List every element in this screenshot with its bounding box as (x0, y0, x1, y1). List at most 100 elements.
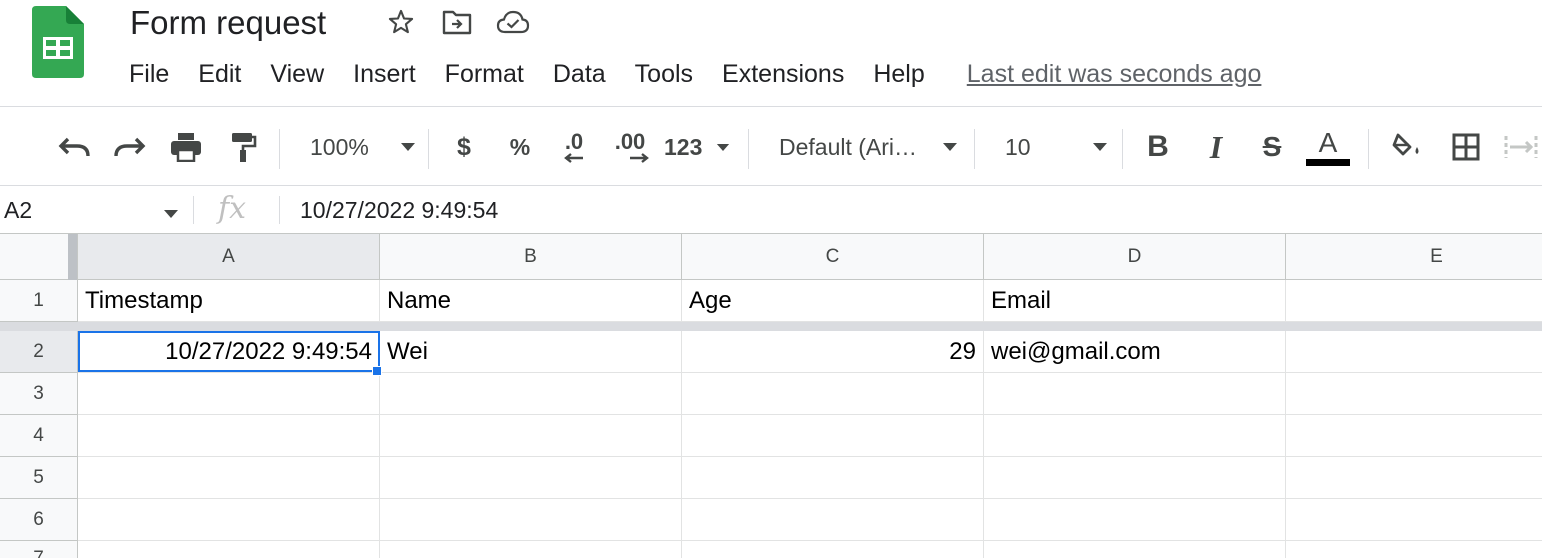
function-icon: fx (218, 191, 247, 226)
cell-e7[interactable] (1286, 541, 1542, 558)
text-color-letter: A (1318, 126, 1338, 158)
cell-a6[interactable] (78, 499, 380, 541)
cell-d6[interactable] (984, 499, 1286, 541)
cell-c1[interactable]: Age (682, 280, 984, 322)
cell-c3[interactable] (682, 373, 984, 415)
column-header-a[interactable]: A (78, 234, 380, 280)
cell-e5[interactable] (1286, 457, 1542, 499)
row-header-7[interactable]: 7 (0, 541, 78, 558)
cell-e4[interactable] (1286, 415, 1542, 457)
menu-format[interactable]: Format (445, 60, 524, 89)
cell-d1[interactable]: Email (984, 280, 1286, 322)
fill-handle[interactable] (372, 366, 382, 376)
column-header-c[interactable]: C (682, 234, 984, 280)
formula-divider (279, 196, 280, 224)
text-color-swatch (1306, 158, 1350, 166)
row-header-5[interactable]: 5 (0, 457, 78, 499)
star-icon[interactable] (384, 6, 418, 38)
cell-c5[interactable] (682, 457, 984, 499)
cell-e2[interactable] (1286, 331, 1542, 373)
text-color-button[interactable]: A (1306, 107, 1350, 187)
frozen-column-handle[interactable] (68, 234, 77, 280)
cell-b4[interactable] (380, 415, 682, 457)
cell-e3[interactable] (1286, 373, 1542, 415)
menu-insert[interactable]: Insert (353, 60, 416, 89)
print-icon[interactable] (166, 107, 206, 187)
cell-b5[interactable] (380, 457, 682, 499)
row-header-3[interactable]: 3 (0, 373, 78, 415)
menu-file[interactable]: File (129, 60, 169, 89)
menu-data[interactable]: Data (553, 60, 606, 89)
row-header-4[interactable]: 4 (0, 415, 78, 457)
formula-input[interactable]: 10/27/2022 9:49:54 (300, 186, 498, 234)
paint-format-icon[interactable] (224, 107, 262, 187)
menu-extensions[interactable]: Extensions (722, 60, 844, 89)
zoom-value: 100% (310, 133, 369, 160)
chevron-down-icon (716, 143, 730, 151)
frozen-row-divider[interactable] (0, 322, 1542, 331)
chevron-down-icon[interactable] (163, 206, 179, 224)
column-header-b[interactable]: B (380, 234, 682, 280)
document-title[interactable]: Form request (130, 2, 326, 44)
cell-c6[interactable] (682, 499, 984, 541)
increase-decimal-label: .00 (614, 129, 646, 154)
italic-button[interactable]: I (1198, 107, 1234, 187)
sheets-logo-icon[interactable] (32, 6, 84, 78)
increase-decimal-button[interactable]: .00 (606, 107, 654, 187)
zoom-select[interactable]: 100% (298, 107, 416, 187)
merge-cells-icon[interactable] (1504, 107, 1542, 187)
cell-a3[interactable] (78, 373, 380, 415)
arrow-right-icon (630, 153, 649, 163)
font-size-select[interactable]: 10 (994, 107, 1108, 187)
redo-icon[interactable] (108, 107, 152, 187)
cell-a4[interactable] (78, 415, 380, 457)
cell-a1[interactable]: Timestamp (78, 280, 380, 322)
name-box[interactable]: A2 (4, 186, 32, 234)
cell-d3[interactable] (984, 373, 1286, 415)
font-select[interactable]: Default (Ari… (768, 107, 958, 187)
percent-format-button[interactable]: % (504, 107, 536, 187)
menu-help[interactable]: Help (873, 60, 924, 89)
undo-icon[interactable] (52, 107, 96, 187)
select-all-corner[interactable] (0, 234, 78, 280)
cell-d5[interactable] (984, 457, 1286, 499)
fill-color-icon[interactable] (1388, 107, 1428, 187)
arrow-left-icon (564, 153, 583, 163)
cell-c4[interactable] (682, 415, 984, 457)
currency-format-button[interactable]: $ (448, 107, 480, 187)
cell-b6[interactable] (380, 499, 682, 541)
cell-b1[interactable]: Name (380, 280, 682, 322)
cell-b2[interactable]: Wei (380, 331, 682, 373)
cell-b7[interactable] (380, 541, 682, 558)
bold-button[interactable]: B (1140, 107, 1176, 187)
cell-a5[interactable] (78, 457, 380, 499)
move-to-folder-icon[interactable] (440, 6, 474, 38)
app-header: Form request File Edit View Insert Forma… (0, 0, 1542, 106)
row-header-2[interactable]: 2 (0, 331, 78, 373)
row-header-6[interactable]: 6 (0, 499, 78, 541)
more-formats-select[interactable]: 123 (664, 107, 730, 187)
column-header-d[interactable]: D (984, 234, 1286, 280)
menu-edit[interactable]: Edit (198, 60, 241, 89)
cell-c2[interactable]: 29 (682, 331, 984, 373)
cell-b3[interactable] (380, 373, 682, 415)
last-edit-link[interactable]: Last edit was seconds ago (967, 60, 1262, 89)
cell-e6[interactable] (1286, 499, 1542, 541)
cloud-saved-icon[interactable] (496, 6, 530, 38)
menu-tools[interactable]: Tools (635, 60, 693, 89)
cell-d2[interactable]: wei@gmail.com (984, 331, 1286, 373)
font-value: Default (Ari… (779, 133, 918, 160)
font-size-value: 10 (1005, 133, 1031, 160)
column-header-e[interactable]: E (1286, 234, 1542, 280)
cell-d4[interactable] (984, 415, 1286, 457)
active-cell-selection (78, 331, 380, 372)
cell-c7[interactable] (682, 541, 984, 558)
decrease-decimal-button[interactable]: .0 (554, 107, 594, 187)
cell-a7[interactable] (78, 541, 380, 558)
borders-icon[interactable] (1446, 107, 1486, 187)
strikethrough-button[interactable]: S (1254, 107, 1290, 187)
menu-view[interactable]: View (270, 60, 324, 89)
cell-d7[interactable] (984, 541, 1286, 558)
row-header-1[interactable]: 1 (0, 280, 78, 322)
cell-e1[interactable] (1286, 280, 1542, 322)
